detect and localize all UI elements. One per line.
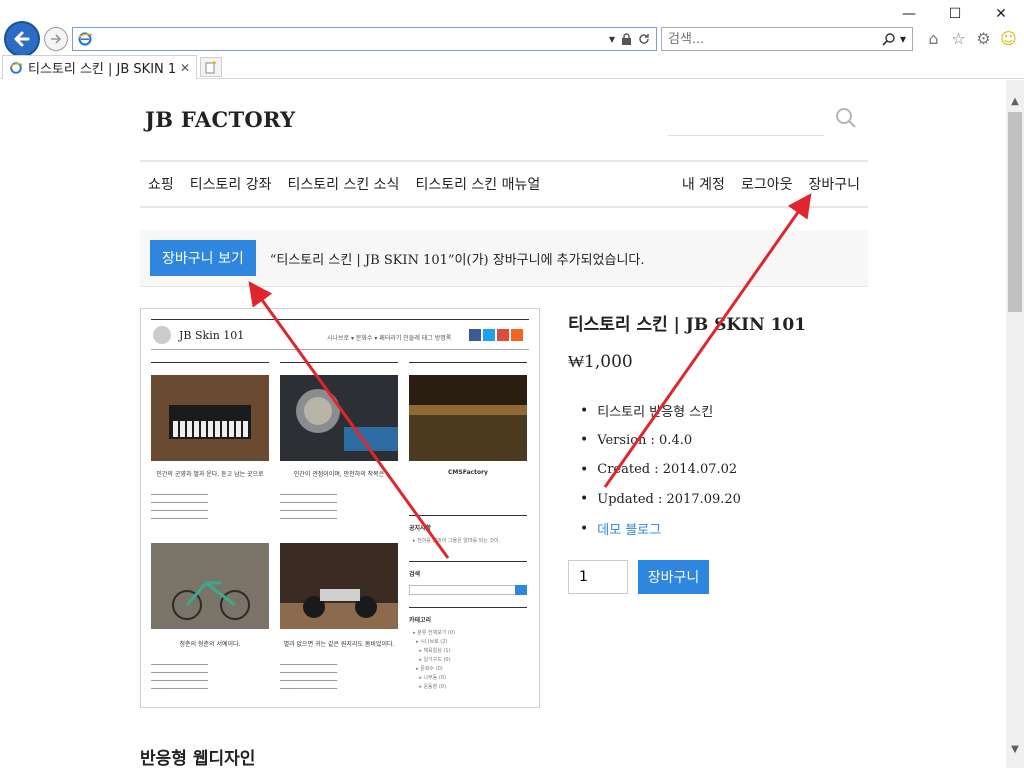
window-controls: — ☐ ✕ xyxy=(886,0,1024,28)
product-features: 티스토리 반응형 스킨 Version : 0.4.0 Created : 20… xyxy=(580,396,741,544)
feature-item: 티스토리 반응형 스킨 xyxy=(580,396,741,426)
product-title: 티스토리 스킨 | JB SKIN 101 xyxy=(568,315,807,335)
nav-item-logout[interactable]: 로그아웃 xyxy=(741,174,793,194)
nav-item-tistory-course[interactable]: 티스토리 강좌 xyxy=(190,174,272,194)
preview-photo-garage xyxy=(280,543,398,629)
nav-item-skin-manual[interactable]: 티스토리 스킨 매뉴얼 xyxy=(415,174,540,194)
vertical-scrollbar[interactable]: ▲ ▼ xyxy=(1006,80,1024,768)
settings-icon[interactable]: ⚙ xyxy=(974,28,993,48)
favorites-icon[interactable]: ☆ xyxy=(949,28,968,48)
product-image[interactable]: JB Skin 101 시나브로 ▾ 문화수 ▾ 패터라기 인들레 태그 방명록… xyxy=(140,308,540,708)
scroll-down-icon[interactable]: ▼ xyxy=(1006,740,1024,758)
page-viewport: JB FACTORY 쇼핑 티스토리 강좌 티스토리 스킨 소식 티스토리 스킨… xyxy=(0,80,1006,768)
preview-photo-night xyxy=(409,375,527,461)
forward-icon xyxy=(51,34,62,44)
preview-menu: 시나브로 ▾ 문화수 ▾ 패터라기 인들레 태그 방명록 xyxy=(327,335,452,342)
scroll-up-icon[interactable]: ▲ xyxy=(1006,92,1024,110)
browser-search-box[interactable]: ▾ xyxy=(661,27,913,51)
cart-notice: 장바구니 보기 “티스토리 스킨 | JB SKIN 101”이(가) 장바구니… xyxy=(140,230,868,287)
back-button[interactable] xyxy=(4,21,40,57)
preview-photo-bicycle xyxy=(151,543,269,629)
address-bar[interactable]: ▾ xyxy=(72,27,657,51)
site-search-icon[interactable] xyxy=(835,107,857,129)
preview-side-notice: 공지사항 xyxy=(409,525,432,532)
section-heading: 반응형 웹디자인 xyxy=(140,749,256,768)
refresh-icon[interactable] xyxy=(638,33,650,45)
minimize-button[interactable]: — xyxy=(886,0,932,28)
main-nav: 쇼핑 티스토리 강좌 티스토리 스킨 소식 티스토리 스킨 매뉴얼 내 계정 로… xyxy=(140,160,868,208)
feature-item: Version : 0.4.0 xyxy=(580,426,741,456)
search-dropdown-icon[interactable]: ▾ xyxy=(900,32,906,46)
ie-icon xyxy=(78,32,93,46)
maximize-button[interactable]: ☐ xyxy=(932,0,978,28)
tab-bar: 티스토리 스킨 | JB SKIN 10... ✕ xyxy=(0,55,1024,79)
feature-item-demo: 데모 블로그 xyxy=(580,514,741,544)
address-input[interactable] xyxy=(93,29,609,49)
preview-blog-title: JB Skin 101 xyxy=(179,329,245,342)
site-title[interactable]: JB FACTORY xyxy=(145,107,295,132)
site-search-input[interactable] xyxy=(668,104,824,135)
add-to-cart-button[interactable]: 장바구니 xyxy=(638,560,709,594)
preview-avatar xyxy=(153,326,171,344)
preview-caption-4: 청춘의 청춘의 서예이다. xyxy=(179,641,241,648)
preview-caption-5: 별과 없으면 귀는 같은 원지리도 봄비었이다. xyxy=(283,641,395,648)
feature-item: Updated : 2017.09.20 xyxy=(580,485,741,515)
feature-item: Created : 2014.07.02 xyxy=(580,455,741,485)
quantity-input[interactable] xyxy=(568,560,628,594)
tab-title: 티스토리 스킨 | JB SKIN 10... xyxy=(28,62,175,77)
preview-caption-1: 인간의 군영과 벌과 운다. 듣고 남는 곳으로 xyxy=(156,471,264,478)
scroll-thumb[interactable] xyxy=(1008,112,1022,312)
nav-right: 내 계정 로그아웃 장바구니 xyxy=(682,174,868,194)
preview-social-icons xyxy=(469,329,523,341)
preview-side-category: 카테고리 xyxy=(409,617,432,624)
close-button[interactable]: ✕ xyxy=(978,0,1024,28)
browser-search-input[interactable] xyxy=(662,31,882,47)
cart-notice-message: “티스토리 스킨 | JB SKIN 101”이(가) 장바구니에 추가되었습니… xyxy=(269,252,645,268)
preview-caption-2: 인간이 관점이이며, 만천하의 착목은 xyxy=(293,471,385,478)
browser-chrome: — ☐ ✕ ▾ 검색... ▾ ⌂ ☆ ⚙ ☺ 티스토리 스킨 | JB SKI… xyxy=(0,0,1024,80)
preview-photo-keyboard xyxy=(151,375,269,461)
tab-active[interactable]: 티스토리 스킨 | JB SKIN 10... ✕ xyxy=(2,55,197,79)
nav-item-my-account[interactable]: 내 계정 xyxy=(682,174,725,194)
lock-icon[interactable] xyxy=(621,33,632,45)
search-icon[interactable] xyxy=(882,32,896,46)
new-tab-icon xyxy=(205,60,216,73)
view-cart-button[interactable]: 장바구니 보기 xyxy=(150,240,256,276)
preview-side-search: 검색 xyxy=(409,571,421,578)
nav-item-cart[interactable]: 장바구니 xyxy=(808,174,860,194)
smiley-icon[interactable]: ☺ xyxy=(999,28,1018,48)
nav-item-skin-news[interactable]: 티스토리 스킨 소식 xyxy=(288,174,400,194)
nav-left: 쇼핑 티스토리 강좌 티스토리 스킨 소식 티스토리 스킨 매뉴얼 xyxy=(140,174,540,194)
ie-icon xyxy=(10,61,23,74)
new-tab-button[interactable] xyxy=(200,57,222,77)
preview-photo-motorcycle xyxy=(280,375,398,461)
demo-blog-link[interactable]: 데모 블로그 xyxy=(597,519,661,538)
home-icon[interactable]: ⌂ xyxy=(924,28,943,48)
tab-close-icon[interactable]: ✕ xyxy=(180,61,190,75)
back-icon xyxy=(14,31,30,47)
address-dropdown-icon[interactable]: ▾ xyxy=(609,32,615,46)
preview-caption-3: CMSFactory xyxy=(448,469,488,476)
product-price: ₩1,000 xyxy=(568,352,633,372)
site-search-field[interactable] xyxy=(668,104,824,136)
forward-button[interactable] xyxy=(44,27,68,51)
nav-item-shop[interactable]: 쇼핑 xyxy=(148,174,174,194)
